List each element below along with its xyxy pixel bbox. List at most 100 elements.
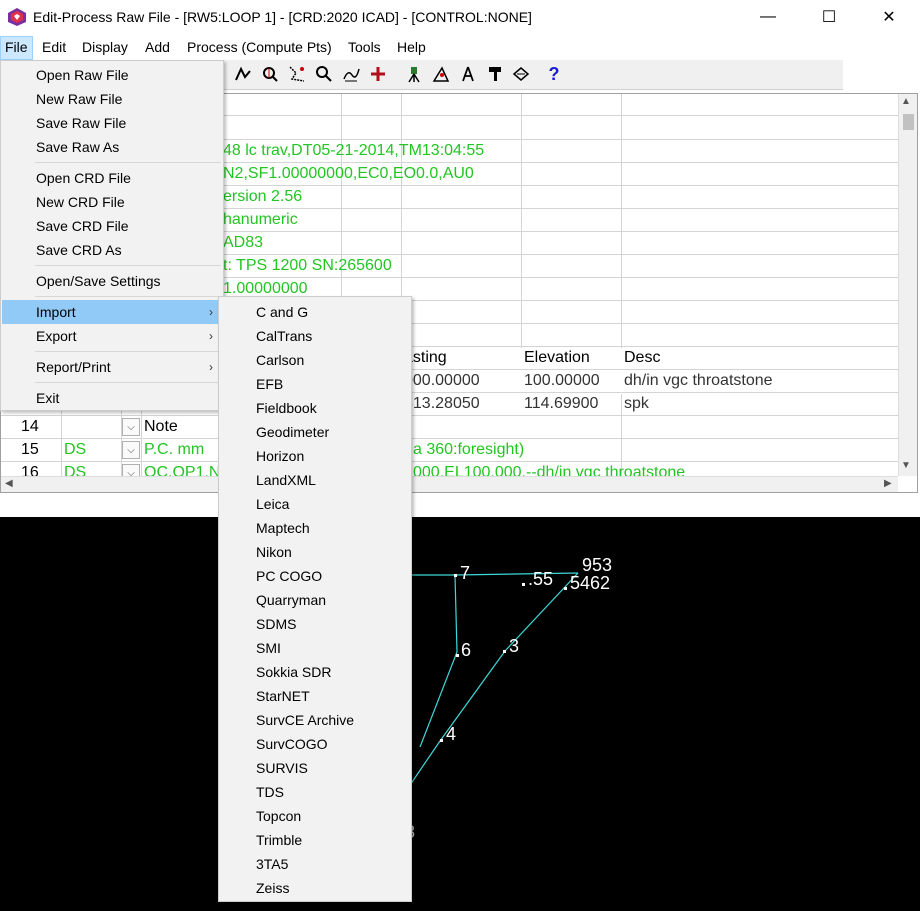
point-label[interactable]: 4: [446, 724, 456, 745]
menu-display[interactable]: Display: [78, 36, 132, 60]
menu-item-open-save-settings[interactable]: Open/Save Settings: [2, 269, 223, 293]
point-label[interactable]: 6: [461, 640, 471, 661]
menu-item-open-crd-file[interactable]: Open CRD File: [2, 166, 223, 190]
scroll-right-icon[interactable]: ▶: [884, 478, 892, 489]
maximize-button[interactable]: ☐: [806, 4, 852, 30]
window-title: Edit-Process Raw File - [RW5:LOOP 1] - […: [33, 9, 532, 25]
menu-item-exit[interactable]: Exit: [2, 386, 223, 410]
submenu-item-maptech[interactable]: Maptech: [220, 516, 411, 540]
cell-desc[interactable]: dh/in vgc throatstone: [624, 372, 773, 390]
submenu-item-smi[interactable]: SMI: [220, 636, 411, 660]
app-logo-icon: [8, 8, 26, 26]
grid-text-line: t: TPS 1200 SN:265600: [223, 257, 392, 274]
cell-desc[interactable]: spk: [624, 395, 649, 413]
point-label[interactable]: .55: [528, 569, 553, 590]
submenu-item-sdms[interactable]: SDMS: [220, 612, 411, 636]
cell-elevation[interactable]: 114.69900: [524, 395, 598, 413]
menu-help[interactable]: Help: [393, 36, 430, 60]
menu-separator: [35, 265, 221, 266]
submenu-arrow-icon: ›: [209, 305, 213, 319]
row-data[interactable]: a 360:foresight): [413, 441, 524, 459]
record-type-dropdown[interactable]: ⌵: [122, 418, 140, 436]
view-icon[interactable]: [510, 63, 532, 85]
horizontal-scrollbar[interactable]: ◀ ▶: [1, 476, 898, 492]
traverse-tool-icon[interactable]: [286, 63, 308, 85]
menu-separator: [35, 382, 221, 383]
menu-item-label: Export: [36, 328, 77, 344]
menu-item-new-raw-file[interactable]: New Raw File: [2, 87, 223, 111]
cell-easting[interactable]: 000.00000: [404, 372, 480, 390]
menu-add[interactable]: Add: [141, 36, 174, 60]
scroll-thumb[interactable]: [903, 114, 914, 130]
submenu-item-geodimeter[interactable]: Geodimeter: [220, 420, 411, 444]
submenu-item-leica[interactable]: Leica: [220, 492, 411, 516]
menu-tools[interactable]: Tools: [344, 36, 385, 60]
submenu-item-nikon[interactable]: Nikon: [220, 540, 411, 564]
submenu-item-fieldbook[interactable]: Fieldbook: [220, 396, 411, 420]
submenu-item-pc-cogo[interactable]: PC COGO: [220, 564, 411, 588]
menu-edit[interactable]: Edit: [38, 36, 70, 60]
cell-elevation[interactable]: 100.00000: [524, 372, 600, 390]
row-note[interactable]: Note: [144, 418, 178, 436]
grid-text-line: AD83: [223, 234, 264, 251]
menu-item-save-crd-file[interactable]: Save CRD File: [2, 214, 223, 238]
scroll-down-icon[interactable]: ▼: [901, 460, 911, 471]
row-code[interactable]: DS: [64, 441, 86, 459]
menu-bar: File Edit Display Add Process (Compute P…: [0, 36, 920, 60]
submenu-item-tds[interactable]: TDS: [220, 780, 411, 804]
close-button[interactable]: ✕: [866, 4, 912, 30]
submenu-item-trimble[interactable]: Trimble: [220, 828, 411, 852]
submenu-item-survcogo[interactable]: SurvCOGO: [220, 732, 411, 756]
menu-process[interactable]: Process (Compute Pts): [183, 36, 336, 60]
submenu-item-landxml[interactable]: LandXML: [220, 468, 411, 492]
menu-item-open-raw-file[interactable]: Open Raw File: [2, 63, 223, 87]
add-point-icon[interactable]: [367, 63, 389, 85]
submenu-item-caltrans[interactable]: CalTrans: [220, 324, 411, 348]
search-point-icon[interactable]: [313, 63, 335, 85]
submenu-item-survis[interactable]: SURVIS: [220, 756, 411, 780]
vertical-scrollbar[interactable]: ▲ ▼: [898, 94, 917, 476]
menu-item-save-raw-file[interactable]: Save Raw File: [2, 111, 223, 135]
compass-icon[interactable]: [457, 63, 479, 85]
menu-item-save-raw-as[interactable]: Save Raw As: [2, 135, 223, 159]
minimize-button[interactable]: —: [745, 4, 791, 30]
record-type-dropdown[interactable]: ⌵: [122, 441, 140, 459]
help-icon[interactable]: ?: [543, 63, 565, 85]
polyline-tool-icon[interactable]: [232, 63, 254, 85]
submenu-item-efb[interactable]: EFB: [220, 372, 411, 396]
submenu-item-horizon[interactable]: Horizon: [220, 444, 411, 468]
row-note[interactable]: P.C. mm: [144, 441, 204, 459]
point-label[interactable]: 3: [509, 636, 519, 657]
app-window: Edit-Process Raw File - [RW5:LOOP 1] - […: [0, 0, 920, 911]
submenu-item-3ta5[interactable]: 3TA5: [220, 852, 411, 876]
submenu-item-carlson[interactable]: Carlson: [220, 348, 411, 372]
plot-view[interactable]: 7 .55 953 5462 6 3 4 8: [0, 517, 920, 911]
submenu-item-quarryman[interactable]: Quarryman: [220, 588, 411, 612]
column-header-desc: Desc: [624, 349, 661, 366]
cell-easting[interactable]: 613.28050: [404, 395, 480, 413]
submenu-item-topcon[interactable]: Topcon: [220, 804, 411, 828]
zoom-target-icon[interactable]: [259, 63, 281, 85]
submenu-item-c-and-g[interactable]: C and G: [220, 300, 411, 324]
point-label[interactable]: 5462: [570, 573, 610, 594]
menu-item-save-crd-as[interactable]: Save CRD As: [2, 238, 223, 262]
submenu-item-starnet[interactable]: StarNET: [220, 684, 411, 708]
submenu-arrow-icon: ›: [209, 360, 213, 374]
scroll-up-icon[interactable]: ▲: [901, 96, 911, 107]
instrument-icon[interactable]: [403, 63, 425, 85]
menu-item-import[interactable]: Import ›: [2, 300, 223, 324]
menu-item-label: Report/Print: [36, 359, 111, 375]
menu-item-new-crd-file[interactable]: New CRD File: [2, 190, 223, 214]
angle-tool-icon[interactable]: [430, 63, 452, 85]
menu-file[interactable]: File: [0, 36, 33, 60]
title-bar: Edit-Process Raw File - [RW5:LOOP 1] - […: [0, 0, 920, 34]
submenu-item-sokkia-sdr[interactable]: Sokkia SDR: [220, 660, 411, 684]
scroll-left-icon[interactable]: ◀: [5, 478, 13, 489]
submenu-item-zeiss[interactable]: Zeiss: [220, 876, 411, 900]
menu-item-export[interactable]: Export ›: [2, 324, 223, 348]
stake-icon[interactable]: [484, 63, 506, 85]
point-label[interactable]: 7: [460, 563, 470, 584]
edit-line-icon[interactable]: [340, 63, 362, 85]
submenu-item-survce-archive[interactable]: SurvCE Archive: [220, 708, 411, 732]
menu-item-report-print[interactable]: Report/Print ›: [2, 355, 223, 379]
